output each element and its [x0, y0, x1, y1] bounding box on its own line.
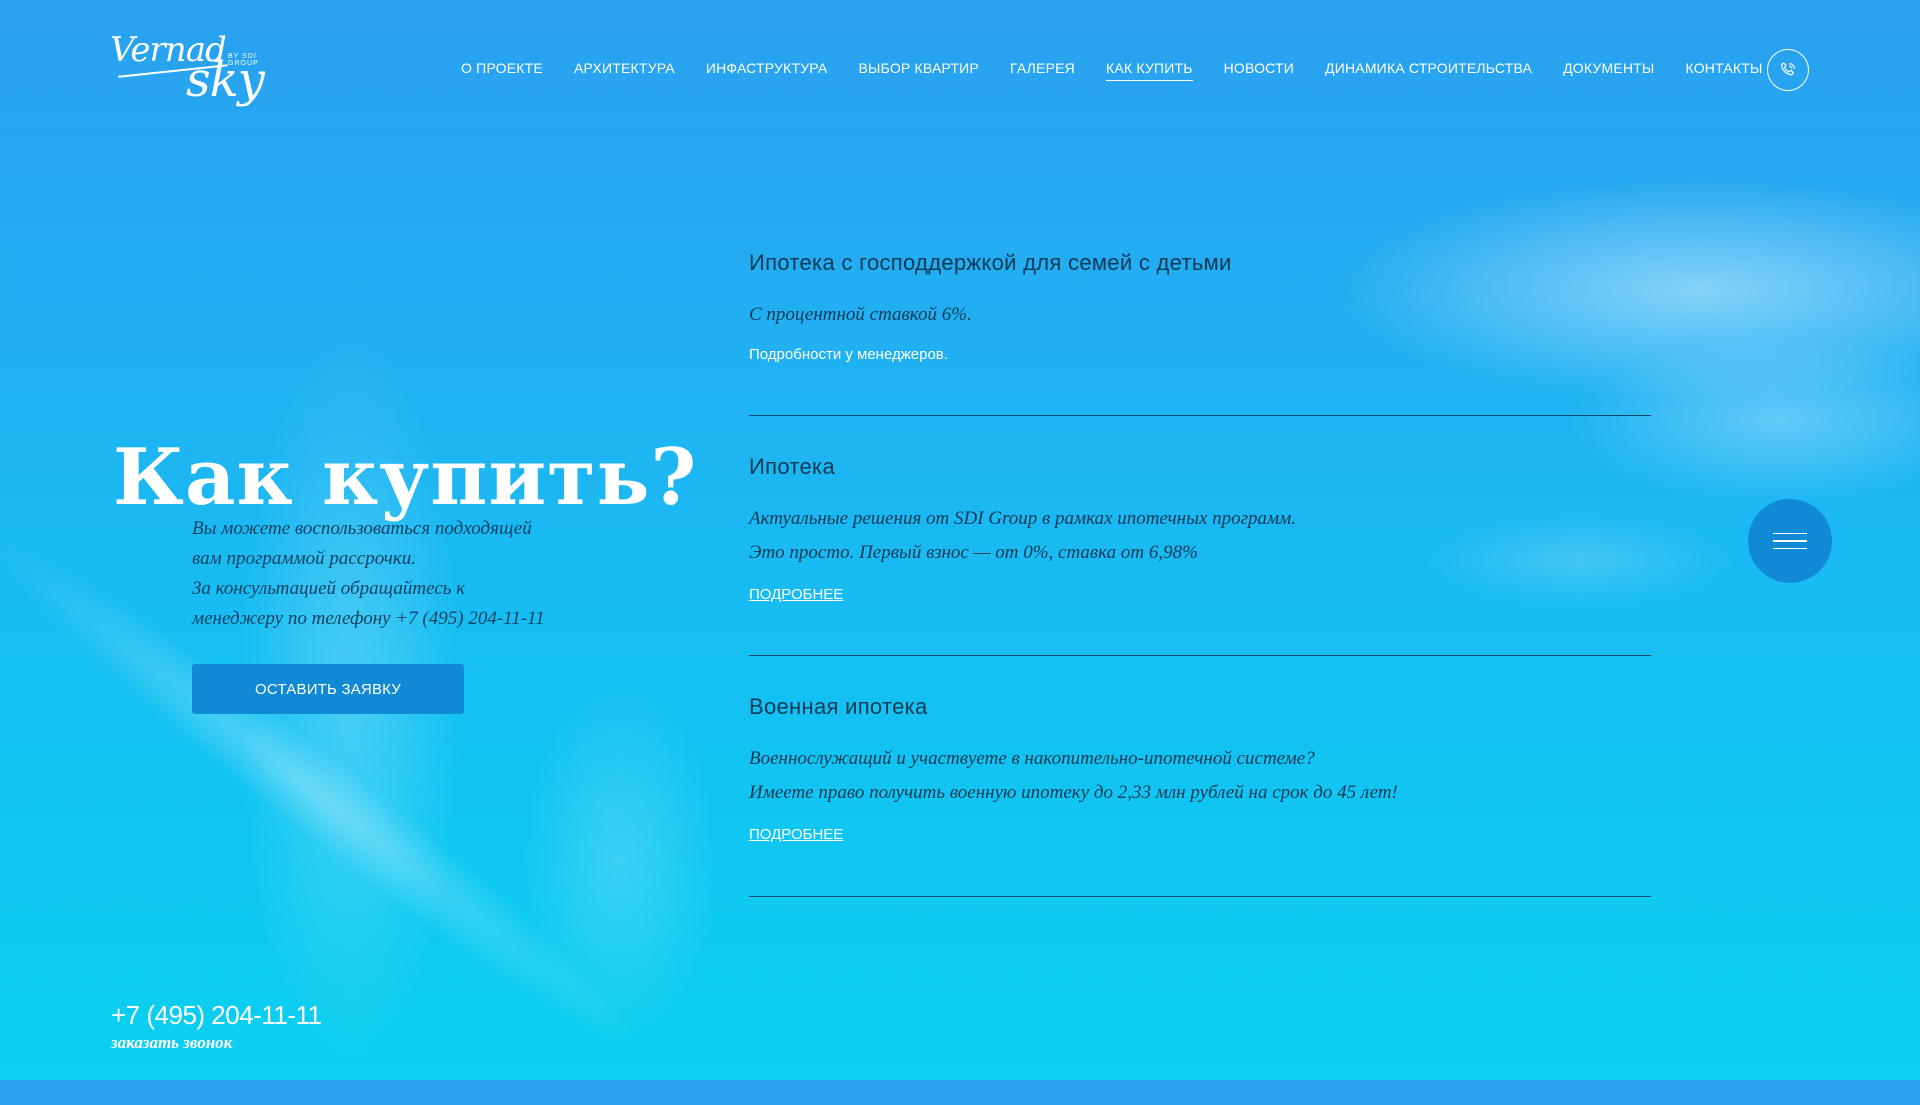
- callback-link[interactable]: заказать звонок: [111, 1033, 232, 1053]
- nav-item-documents[interactable]: ДОКУМЕНТЫ: [1563, 60, 1654, 81]
- program-family-mortgage: Ипотека с господдержкой для семей с деть…: [749, 250, 1651, 416]
- logo[interactable]: Vernad sky BY SDI GROUP: [110, 30, 290, 110]
- nav-item-contacts[interactable]: КОНТАКТЫ: [1686, 60, 1763, 81]
- program-military-mortgage: Военная ипотека Военнослужащий и участву…: [749, 694, 1651, 897]
- phone-button[interactable]: [1767, 49, 1809, 91]
- intro-line: Вы можете воспользоваться подходящей: [192, 518, 532, 539]
- program-title: Ипотека с господдержкой для семей с деть…: [749, 250, 1232, 275]
- footer-phone[interactable]: +7 (495) 204-11-11: [111, 1000, 322, 1031]
- nav-item-infrastructure[interactable]: ИНФАСТРУКТУРА: [706, 60, 828, 81]
- intro-text: Вы можете воспользоваться подходящей вам…: [192, 514, 592, 634]
- program-description: Военнослужащий и участвуете в накопитель…: [749, 742, 1651, 810]
- menu-icon: [1773, 540, 1807, 542]
- nav-item-how-to-buy[interactable]: КАК КУПИТЬ: [1105, 60, 1193, 81]
- program-title: Военная ипотека: [749, 694, 928, 719]
- nav-item-about[interactable]: О ПРОЕКТЕ: [461, 60, 543, 81]
- page-title: Как купить?: [113, 432, 698, 524]
- more-link[interactable]: ПОДРОБНЕЕ: [749, 586, 1651, 603]
- program-description: С процентной ставкой 6%.: [749, 298, 1651, 332]
- nav-item-news[interactable]: НОВОСТИ: [1224, 60, 1294, 81]
- program-mortgage: Ипотека Актуальные решения от SDI Group …: [749, 454, 1651, 656]
- main-nav: О ПРОЕКТЕ АРХИТЕКТУРА ИНФАСТРУКТУРА ВЫБО…: [461, 60, 1794, 81]
- more-link[interactable]: ПОДРОБНЕЕ: [749, 826, 1651, 843]
- nav-item-architecture[interactable]: АРХИТЕКТУРА: [574, 60, 675, 81]
- leave-request-button[interactable]: ОСТАВИТЬ ЗАЯВКУ: [192, 664, 464, 714]
- program-description-line: Это просто. Первый взнос — от 0%, ставка…: [749, 542, 1198, 563]
- nav-item-apartments[interactable]: ВЫБОР КВАРТИР: [858, 60, 979, 81]
- program-description-line: Имеете право получить военную ипотеку до…: [749, 782, 1398, 803]
- program-description-line: Военнослужащий и участвуете в накопитель…: [749, 748, 1315, 769]
- nav-item-gallery[interactable]: ГАЛЕРЕЯ: [1010, 60, 1075, 81]
- intro-line: вам программой рассрочки.: [192, 548, 416, 569]
- menu-icon: [1773, 547, 1807, 550]
- program-description-line: С процентной ставкой 6%.: [749, 304, 972, 325]
- intro-line: За консультацией обращайтесь к: [192, 578, 466, 599]
- program-description: Актуальные решения от SDI Group в рамках…: [749, 502, 1651, 570]
- menu-icon: [1773, 532, 1807, 535]
- program-title: Ипотека: [749, 454, 835, 479]
- program-note: Подробности у менеджеров.: [749, 346, 948, 363]
- intro-line: менеджеру по телефону +7 (495) 204-11-11: [192, 608, 545, 629]
- menu-button[interactable]: [1748, 499, 1832, 583]
- nav-item-construction[interactable]: ДИНАМИКА СТРОИТЕЛЬСТВА: [1325, 60, 1532, 81]
- phone-icon: [1781, 62, 1795, 76]
- program-description-line: Актуальные решения от SDI Group в рамках…: [749, 508, 1297, 529]
- logo-tagline: BY SDI GROUP: [228, 53, 259, 67]
